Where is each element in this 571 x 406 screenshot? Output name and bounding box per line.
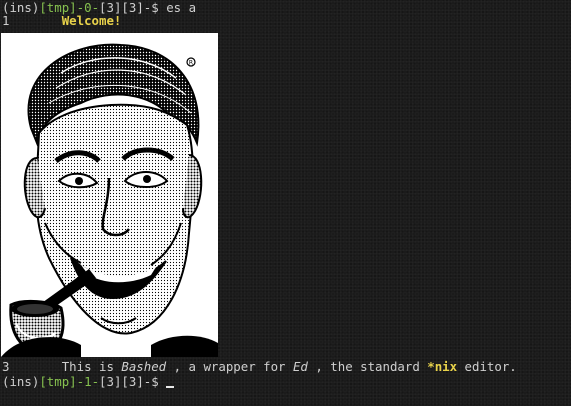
prompt-separator: - <box>91 374 100 389</box>
text-segment: editor. <box>457 359 517 374</box>
mode-indicator: (ins) <box>2 374 40 389</box>
text-cursor[interactable] <box>166 386 175 388</box>
text-segment: , the standard <box>307 359 428 374</box>
text-segment: , a wrapper for <box>166 359 293 374</box>
output-line-3: 3 This is Bashed , a wrapper for Ed , th… <box>2 359 517 374</box>
welcome-text: Welcome! <box>61 13 122 28</box>
prompt-line-2[interactable]: (ins)[tmp]-1-[3][3]-$ <box>2 374 175 389</box>
output-line-1: 1 Welcome! <box>2 13 121 28</box>
nix-highlight: *nix <box>427 359 458 374</box>
exit-status: 1 <box>84 374 92 389</box>
prompt-separator: - <box>76 374 85 389</box>
job-counts: [3][3] <box>99 374 144 389</box>
ed-emphasis: Ed <box>292 359 308 374</box>
svg-text:R: R <box>189 60 193 67</box>
command-text: es a <box>166 0 197 15</box>
text-segment: This is <box>61 359 122 374</box>
cwd-indicator: [tmp] <box>39 374 77 389</box>
terminal-window[interactable]: (ins)[tmp]-0-[3][3]-$ es a 1 Welcome! R … <box>0 0 571 406</box>
prompt-symbol: -$ <box>143 374 167 389</box>
bashed-emphasis: Bashed <box>121 359 167 374</box>
pipe-smoking-man-image: R <box>1 33 218 357</box>
prompt-symbol: -$ <box>143 0 167 15</box>
